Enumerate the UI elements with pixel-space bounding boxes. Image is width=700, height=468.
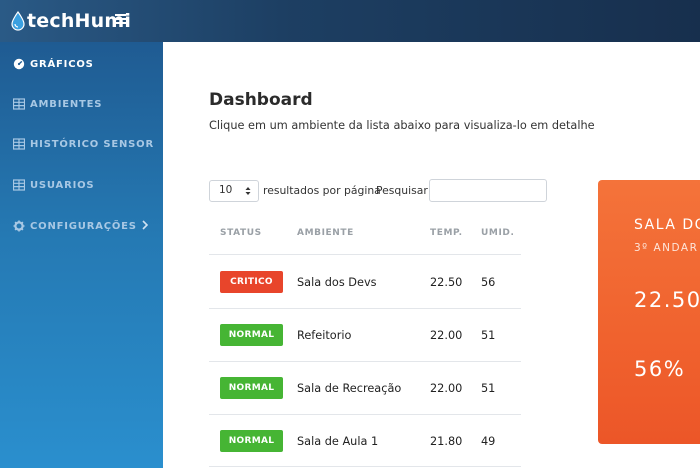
table-cell-temp: 21.80 bbox=[430, 435, 463, 448]
table-cell-temp: 22.00 bbox=[430, 382, 463, 395]
table-cell-temp: 22.00 bbox=[430, 329, 463, 342]
card-humidity: 56% bbox=[634, 357, 686, 381]
card-temperature: 22.50 bbox=[634, 288, 700, 312]
sidebar-item-configuracoes[interactable]: CONFIGURAÇÕES bbox=[0, 206, 163, 246]
menu-toggle-icon[interactable] bbox=[115, 14, 126, 25]
gauge-icon bbox=[13, 58, 25, 70]
row-divider bbox=[209, 466, 521, 467]
page-subtitle: Clique em um ambiente da lista abaixo pa… bbox=[209, 119, 595, 132]
status-badge: NORMAL bbox=[220, 377, 283, 399]
water-drop-icon bbox=[11, 11, 25, 31]
sidebar-item-ambientes[interactable]: AMBIENTES bbox=[0, 84, 163, 124]
ambiente-detail-card[interactable]: SALA DO 3º ANDAR | 22.50 56% bbox=[598, 180, 700, 444]
row-divider bbox=[209, 414, 521, 415]
sidebar-item-label: USUARIOS bbox=[30, 179, 95, 191]
table-icon bbox=[13, 138, 25, 150]
sidebar-item-label: HISTÓRICO SENSOR bbox=[30, 138, 154, 150]
status-badge: NORMAL bbox=[220, 324, 283, 346]
sidebar-item-graficos[interactable]: GRÁFICOS bbox=[0, 44, 163, 84]
row-divider bbox=[209, 308, 521, 309]
sidebar-item-label: CONFIGURAÇÕES bbox=[30, 220, 137, 232]
sort-caret-icon bbox=[245, 187, 251, 195]
column-header-umid[interactable]: UMID. bbox=[481, 228, 515, 238]
table-icon bbox=[13, 179, 25, 191]
table-cell-umid: 51 bbox=[481, 329, 496, 342]
chevron-right-icon bbox=[142, 220, 149, 230]
status-badge: NORMAL bbox=[220, 430, 283, 452]
sidebar-item-label: GRÁFICOS bbox=[30, 58, 94, 70]
table-cell-ambiente[interactable]: Refeitorio bbox=[297, 329, 351, 342]
table-cell-ambiente[interactable]: Sala de Recreação bbox=[297, 382, 401, 395]
search-input[interactable] bbox=[429, 179, 547, 202]
table-icon bbox=[13, 98, 25, 110]
sidebar-item-usuarios[interactable]: USUARIOS bbox=[0, 165, 163, 205]
sidebar: GRÁFICOS AMBIENTES HISTÓRICO SENSOR USUA… bbox=[0, 42, 163, 468]
page-size-value: 10 bbox=[219, 184, 233, 196]
table-cell-ambiente[interactable]: Sala de Aula 1 bbox=[297, 435, 378, 448]
column-header-status[interactable]: STATUS bbox=[220, 228, 262, 238]
top-bar: techHumi bbox=[0, 0, 700, 42]
row-divider bbox=[209, 254, 521, 255]
card-subtitle: 3º ANDAR | bbox=[634, 242, 700, 254]
card-title: SALA DO bbox=[634, 217, 700, 233]
results-per-page-label: resultados por página bbox=[263, 184, 381, 197]
sidebar-item-label: AMBIENTES bbox=[30, 98, 103, 110]
search-label: Pesquisar bbox=[376, 184, 428, 197]
table-cell-umid: 51 bbox=[481, 382, 496, 395]
table-cell-ambiente[interactable]: Sala dos Devs bbox=[297, 276, 377, 289]
status-badge: CRITICO bbox=[220, 271, 283, 293]
table-cell-umid: 49 bbox=[481, 435, 496, 448]
table-cell-temp: 22.50 bbox=[430, 276, 463, 289]
sidebar-item-historico-sensor[interactable]: HISTÓRICO SENSOR bbox=[0, 124, 163, 164]
page-size-select[interactable]: 10 bbox=[209, 180, 259, 202]
column-header-temp[interactable]: TEMP. bbox=[430, 228, 463, 238]
row-divider bbox=[209, 361, 521, 362]
gear-icon bbox=[13, 220, 25, 232]
column-header-ambiente[interactable]: AMBIENTE bbox=[297, 228, 354, 238]
page-title: Dashboard bbox=[209, 90, 313, 110]
table-cell-umid: 56 bbox=[481, 276, 496, 289]
logo[interactable]: techHumi bbox=[10, 9, 131, 33]
